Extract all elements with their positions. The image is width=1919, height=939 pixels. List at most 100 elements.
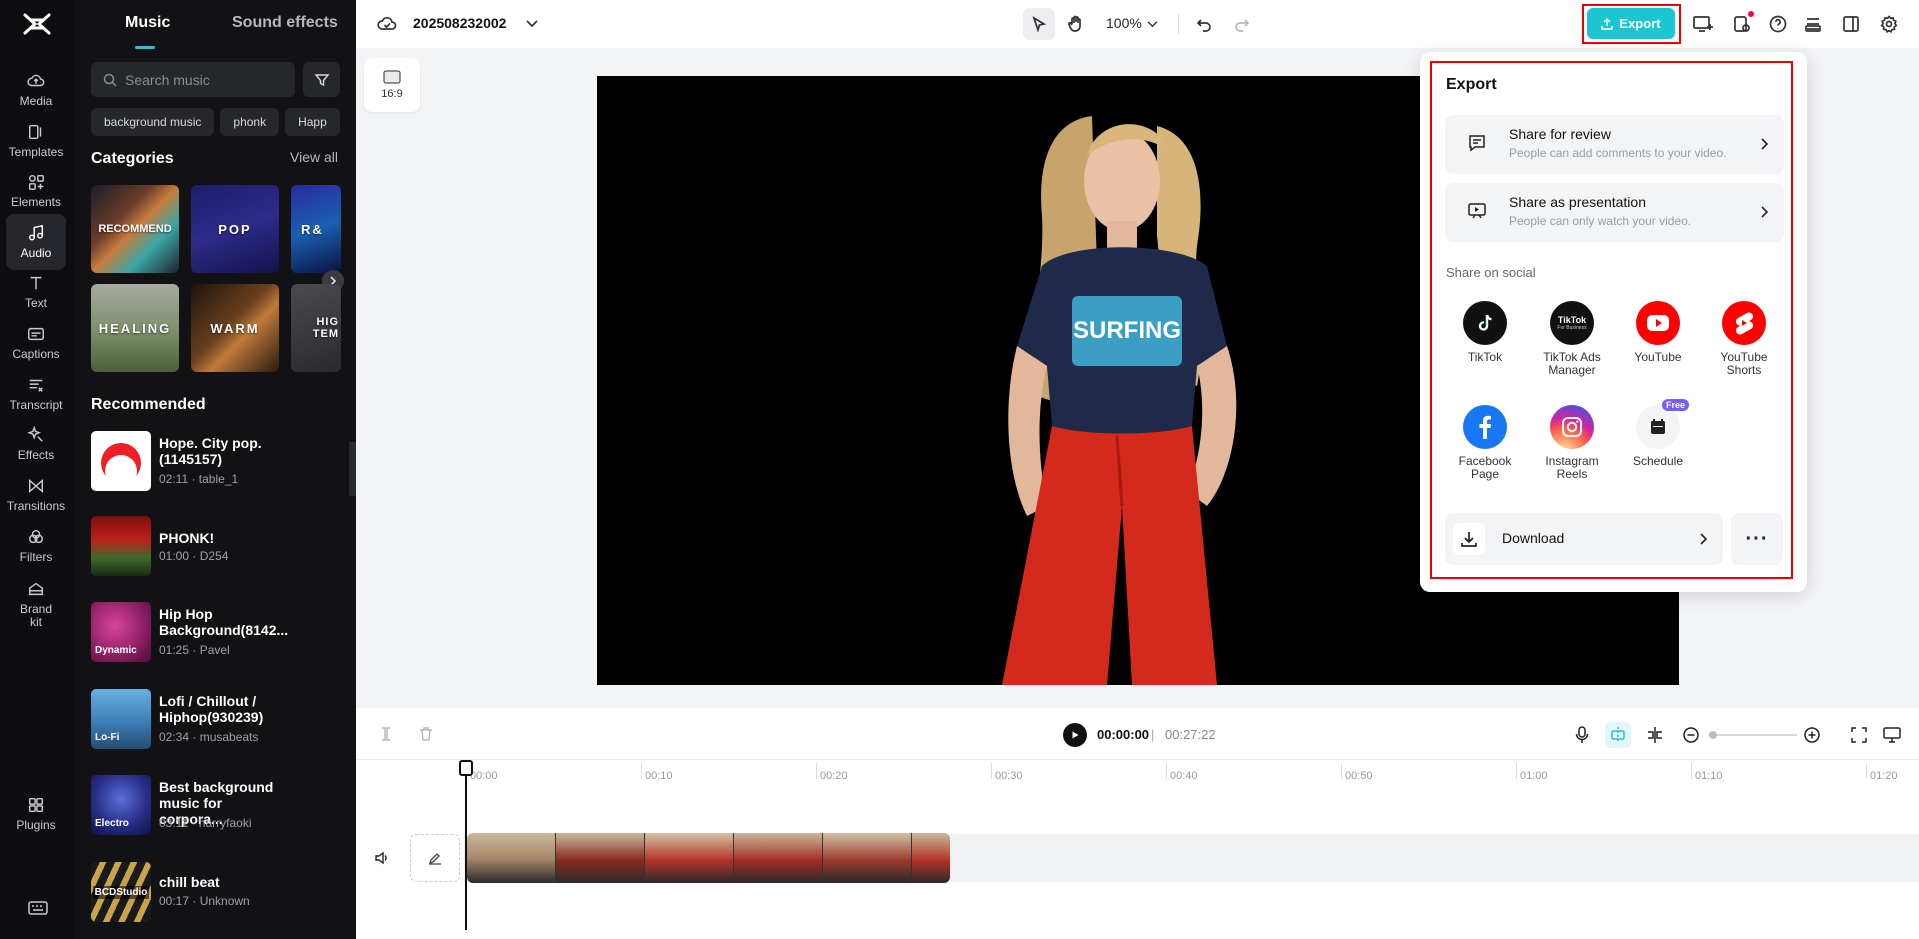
auto-snap-button[interactable]: [1605, 722, 1631, 748]
category-recommend[interactable]: RECOMMEND: [91, 185, 179, 273]
share-youtube-button[interactable]: YouTube: [1615, 301, 1701, 364]
aspect-ratio-button[interactable]: 16:9: [364, 58, 420, 112]
playhead-handle[interactable]: [459, 760, 473, 776]
undo-button[interactable]: [1192, 12, 1216, 36]
redo-button[interactable]: [1230, 12, 1254, 36]
split-button[interactable]: [376, 724, 396, 744]
fit-timeline-button[interactable]: [1848, 724, 1870, 746]
zoom-out-button[interactable]: [1680, 724, 1702, 746]
track-item[interactable]: Dynamic Hip Hop Background(8142... 01:25…: [91, 602, 351, 664]
thumb-label: Dynamic: [95, 645, 137, 656]
tiktok-ads-logo-subtext: For Business: [1557, 324, 1587, 331]
brand-kit-icon: [28, 582, 44, 595]
category-high-tempo[interactable]: HIG TEM: [291, 284, 341, 372]
zoom-menu-button[interactable]: [1145, 16, 1159, 32]
video-clip[interactable]: [467, 833, 950, 883]
sidebar-item-captions[interactable]: Captions: [6, 315, 66, 371]
ruler-tick-mark: [1691, 763, 1692, 779]
sidebar-item-brand-kit[interactable]: Brand kit: [6, 568, 66, 640]
track-item[interactable]: PHONK! 01:00 · D254: [91, 516, 351, 578]
search-input[interactable]: [125, 71, 285, 88]
link-clips-button[interactable]: [1644, 724, 1666, 746]
help-button[interactable]: [1765, 12, 1791, 36]
social-label: TikTok Ads Manager: [1543, 350, 1601, 377]
more-options-button[interactable]: ···: [1731, 513, 1783, 565]
sidebar-item-filters[interactable]: Filters: [6, 518, 66, 574]
share-instagram-button[interactable]: Instagram Reels: [1529, 405, 1615, 481]
share-tiktok-button[interactable]: TikTok: [1442, 301, 1528, 364]
track-meta: 00:17 · Unknown: [159, 894, 250, 908]
play-icon: [1072, 731, 1079, 739]
sidebar-item-templates[interactable]: Templates: [6, 113, 66, 169]
timeline-ruler[interactable]: [356, 762, 1919, 792]
share-facebook-button[interactable]: Facebook Page: [1442, 405, 1528, 481]
zoom-in-button[interactable]: [1801, 724, 1823, 746]
filter-button[interactable]: [303, 62, 340, 97]
tab-music[interactable]: Music: [125, 14, 170, 32]
export-popover-title: Export: [1446, 76, 1497, 93]
zoom-level[interactable]: 100%: [1106, 15, 1142, 31]
sidebar-item-transcript[interactable]: Transcript: [6, 366, 66, 422]
track-cover-button[interactable]: [410, 834, 460, 882]
zoom-slider-thumb[interactable]: [1709, 731, 1717, 739]
sidebar-item-elements[interactable]: Elements: [6, 163, 66, 219]
settings-button[interactable]: [1876, 12, 1902, 36]
track-title: Hip Hop Background(8142...: [159, 606, 289, 638]
mute-track-button[interactable]: [372, 848, 392, 868]
layout-button[interactable]: [1838, 12, 1864, 36]
zoom-slider[interactable]: [1709, 734, 1797, 736]
sidebar-item-audio[interactable]: Audio: [6, 214, 66, 270]
mobile-preview-button[interactable]: [1729, 11, 1755, 36]
play-button[interactable]: [1063, 723, 1087, 747]
ruler-tick-mark: [641, 763, 642, 779]
track-meta: 02:11 · table_1: [159, 472, 239, 486]
chip-happy[interactable]: Happ: [285, 108, 340, 136]
track-item[interactable]: Electro Best background music for corpor…: [91, 775, 351, 837]
sidebar-item-text[interactable]: Text: [6, 264, 66, 320]
search-box[interactable]: [91, 62, 295, 97]
cloud-sync-button[interactable]: [376, 13, 398, 35]
share-review-title: Share for review: [1509, 126, 1611, 142]
track-item[interactable]: BCDStudio chill beat 00:17 · Unknown: [91, 862, 351, 924]
share-for-review-button[interactable]: Share for review People can add comments…: [1445, 115, 1784, 174]
track-item[interactable]: Hope. City pop.(1145157) 02:11 · table_1: [91, 431, 351, 493]
view-all-link[interactable]: View all: [290, 149, 338, 165]
category-rnb[interactable]: R&: [291, 185, 341, 273]
hand-tool-button[interactable]: [1060, 8, 1092, 40]
tab-sound-effects[interactable]: Sound effects: [232, 14, 338, 32]
download-button[interactable]: Download: [1445, 513, 1723, 565]
pencil-icon: [428, 853, 441, 865]
present-button[interactable]: [1690, 12, 1716, 36]
project-title[interactable]: 202508232002: [413, 15, 506, 31]
sidebar-item-transitions[interactable]: Transitions: [6, 467, 66, 523]
sidebar-item-effects[interactable]: Effects: [6, 416, 66, 472]
share-as-presentation-button[interactable]: Share as presentation People can only wa…: [1445, 183, 1784, 242]
record-voiceover-button[interactable]: [1572, 724, 1592, 746]
track-meta: 03:11 · harryfaoki: [159, 816, 252, 830]
download-label: Download: [1502, 530, 1565, 546]
share-tiktok-ads-button[interactable]: TikTok For Business TikTok Ads Manager: [1529, 301, 1615, 377]
tiktok-icon: [1478, 314, 1492, 331]
playhead[interactable]: [465, 760, 467, 930]
share-youtube-shorts-button[interactable]: YouTube Shorts: [1701, 301, 1787, 377]
layers-button[interactable]: [1800, 12, 1826, 36]
search-icon: [103, 73, 117, 87]
delete-button[interactable]: [416, 724, 436, 744]
sidebar-item-media[interactable]: Media: [6, 62, 66, 118]
timeline-display-button[interactable]: [1881, 724, 1903, 746]
category-healing[interactable]: HEALING: [91, 284, 179, 372]
schedule-button[interactable]: Free Schedule: [1615, 399, 1701, 468]
select-tool-button[interactable]: [1023, 8, 1055, 40]
social-label: Schedule: [1632, 454, 1684, 468]
transcript-icon: [29, 379, 43, 392]
sidebar-item-plugins[interactable]: Plugins: [6, 786, 66, 842]
category-warm[interactable]: WARM: [191, 284, 279, 372]
track-item[interactable]: Lo-Fi Lofi / Chillout / Hiphop(930239) 0…: [91, 689, 351, 751]
category-pop[interactable]: POP: [191, 185, 279, 273]
chip-background-music[interactable]: background music: [91, 108, 215, 136]
capcut-logo-icon[interactable]: [22, 12, 52, 36]
chip-phonk[interactable]: phonk: [220, 108, 280, 136]
keyboard-shortcuts-icon[interactable]: [28, 900, 48, 916]
project-menu-button[interactable]: [524, 16, 540, 32]
social-label: Instagram Reels: [1545, 454, 1599, 481]
